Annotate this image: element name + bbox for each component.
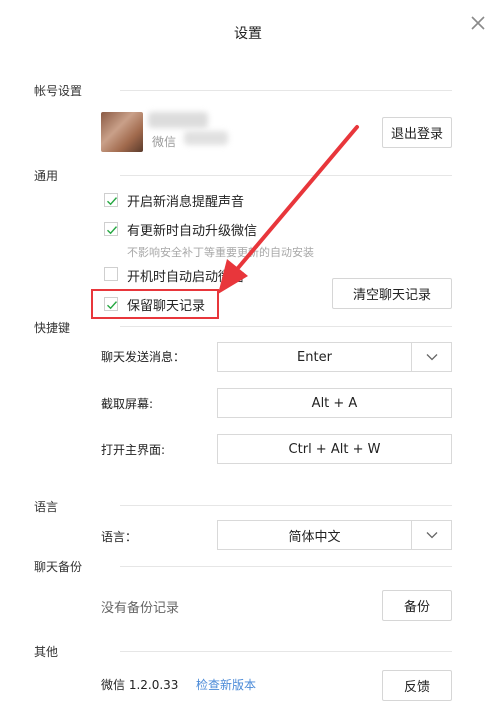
send-message-value: Enter <box>297 349 332 365</box>
section-account: 帐号设置 <box>34 84 83 98</box>
section-language: 语言 <box>34 500 59 514</box>
language-select[interactable]: 简体中文 <box>217 520 452 550</box>
backup-button[interactable]: 备份 <box>382 590 452 621</box>
divider <box>120 90 452 91</box>
window-title: 设置 <box>234 26 262 42</box>
chevron-down-icon[interactable] <box>411 521 451 549</box>
section-backup: 聊天备份 <box>34 560 83 574</box>
check-update-link[interactable]: 检查新版本 <box>196 676 256 693</box>
logout-button[interactable]: 退出登录 <box>382 117 452 148</box>
checkbox-auto-update[interactable] <box>104 222 118 236</box>
check-icon <box>107 197 118 206</box>
screenshot-shortcut-field[interactable]: Alt + A <box>217 388 452 418</box>
version-label: 微信 1.2.0.33 <box>101 678 179 692</box>
avatar <box>101 112 143 152</box>
wechat-id-redacted <box>184 131 228 145</box>
chevron-down-icon[interactable] <box>411 343 451 371</box>
divider <box>120 326 452 327</box>
section-shortcuts: 快捷键 <box>34 321 71 335</box>
option-label-auto-start: 开机时自动启动微信 <box>127 270 245 285</box>
check-icon <box>107 301 118 310</box>
open-main-label: 打开主界面: <box>101 443 166 457</box>
nickname-redacted <box>148 112 208 128</box>
option-label-auto-update: 有更新时自动升级微信 <box>127 224 258 239</box>
section-general: 通用 <box>34 169 59 183</box>
wechat-id-label: 微信 <box>152 135 177 149</box>
screenshot-label: 截取屏幕: <box>101 397 154 411</box>
option-label-notification-sound: 开启新消息提醒声音 <box>127 195 245 210</box>
check-icon <box>107 226 118 235</box>
update-hint: 不影响安全补丁等重要更新的自动安装 <box>127 246 314 259</box>
language-value: 简体中文 <box>288 529 341 545</box>
language-label: 语言： <box>101 530 138 544</box>
backup-status: 没有备份记录 <box>101 601 180 616</box>
feedback-button[interactable]: 反馈 <box>382 670 452 701</box>
clear-history-button[interactable]: 清空聊天记录 <box>332 278 452 309</box>
option-label-keep-history: 保留聊天记录 <box>127 299 206 314</box>
divider <box>120 175 452 176</box>
divider <box>120 651 452 652</box>
close-icon[interactable] <box>468 13 488 33</box>
checkbox-auto-start[interactable] <box>104 267 118 281</box>
section-other: 其他 <box>34 645 59 659</box>
open-main-shortcut-field[interactable]: Ctrl + Alt + W <box>217 434 452 464</box>
divider <box>120 566 452 567</box>
divider <box>120 505 452 506</box>
checkbox-keep-history[interactable] <box>104 297 118 311</box>
send-message-select[interactable]: Enter <box>217 342 452 372</box>
checkbox-notification-sound[interactable] <box>104 193 118 207</box>
send-message-label: 聊天发送消息： <box>101 350 186 364</box>
